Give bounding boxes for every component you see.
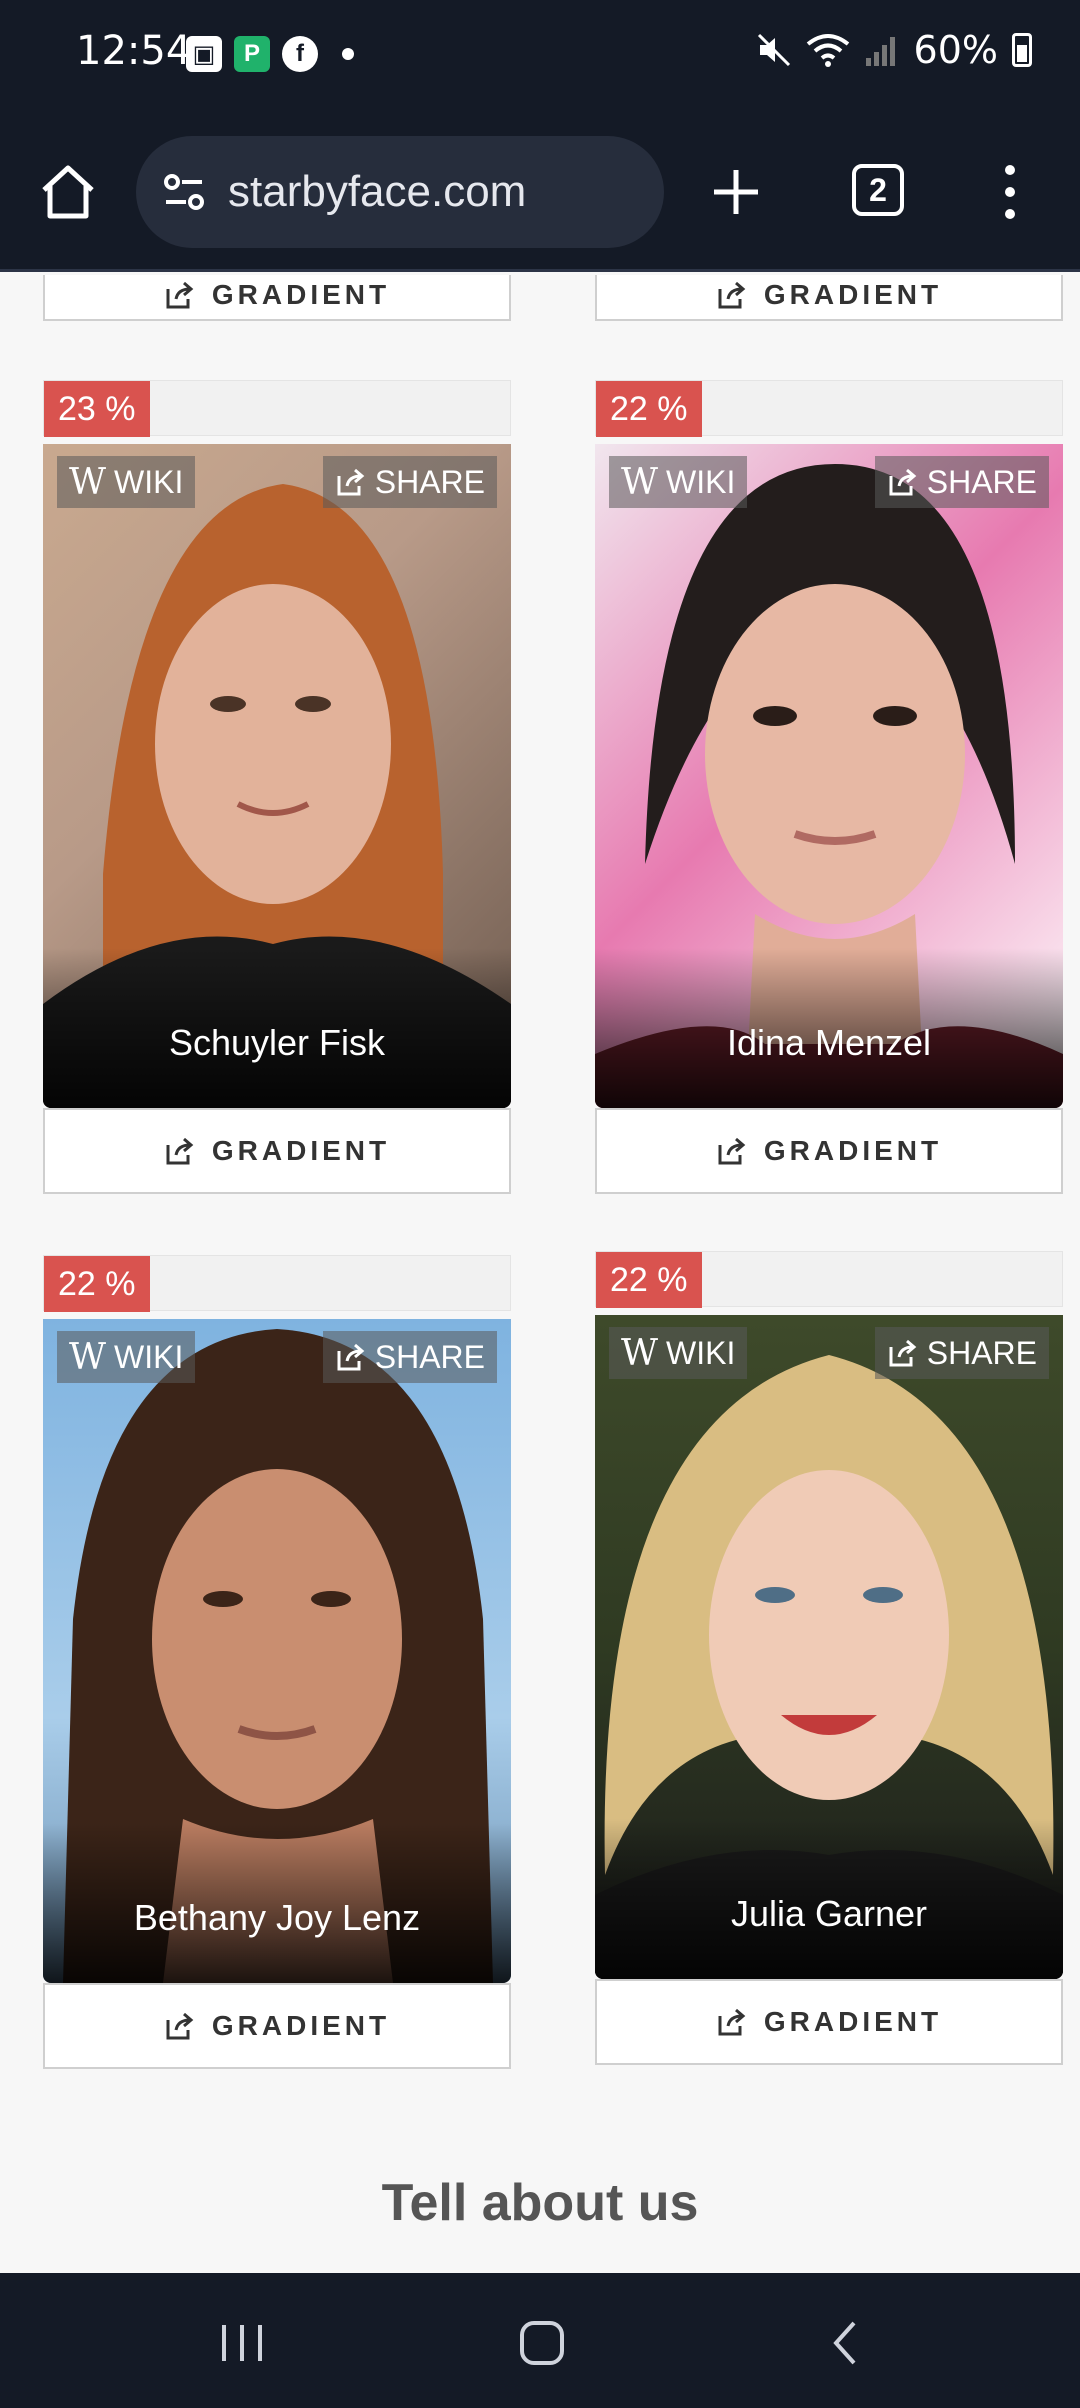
similarity-badge: 23 %: [44, 381, 150, 437]
celebrity-photo[interactable]: W WIKI SHARE Schuyler Fisk: [43, 444, 511, 1108]
celebrity-name: Idina Menzel: [726, 1022, 932, 1063]
site-settings-icon[interactable]: [160, 168, 208, 216]
gradient-label: GRADIENT: [211, 1135, 391, 1166]
wiki-button[interactable]: W WIKI: [57, 1331, 196, 1383]
share-label: SHARE: [374, 463, 485, 500]
wikipedia-icon: W: [621, 1332, 659, 1374]
address-bar[interactable]: starbyface.com: [136, 136, 664, 248]
wifi-icon: [806, 34, 849, 67]
recent-apps-icon[interactable]: [212, 2313, 272, 2373]
status-bar: 12:54 ▣ P f 60%: [0, 0, 1080, 120]
similarity-badge: 22 %: [596, 381, 702, 437]
gradient-button[interactable]: GRADIENT: [43, 1108, 511, 1194]
new-tab-plus-icon[interactable]: [704, 160, 768, 224]
tab-switcher-button[interactable]: 2: [852, 164, 904, 216]
more-notifications-dot-icon: [342, 48, 354, 60]
wiki-label: WIKI: [666, 1334, 736, 1371]
similarity-badge: 22 %: [44, 1256, 150, 1312]
celebrity-photo[interactable]: W WIKI SHARE Bethany Joy Lenz: [43, 1319, 511, 1983]
wiki-button[interactable]: W WIKI: [609, 456, 748, 508]
home-nav-icon[interactable]: [512, 2313, 572, 2373]
results-content: GRADIENT GRADIENT 23 % W WIKI SHARE Schu…: [0, 275, 1080, 2273]
share-button[interactable]: SHARE: [874, 456, 1049, 508]
wiki-label: WIKI: [114, 463, 184, 500]
share-arrow-icon: [718, 281, 746, 309]
gallery-icon: ▣: [186, 36, 222, 72]
tab-count: 2: [869, 171, 887, 208]
gradient-button[interactable]: GRADIENT: [595, 1979, 1063, 2065]
share-arrow-icon: [166, 1137, 194, 1165]
battery-percent: 60%: [913, 28, 998, 72]
wikipedia-icon: W: [69, 461, 107, 503]
share-button[interactable]: SHARE: [322, 1331, 497, 1383]
notification-icons: ▣ P f: [186, 36, 354, 72]
back-nav-icon[interactable]: [816, 2313, 876, 2373]
share-label: SHARE: [374, 1338, 485, 1375]
share-arrow-icon: [718, 2008, 746, 2036]
battery-icon: [1012, 33, 1032, 67]
more-menu-icon[interactable]: [990, 160, 1030, 224]
share-arrow-icon: [337, 1343, 365, 1371]
gradient-label: GRADIENT: [763, 279, 943, 310]
wikipedia-icon: W: [621, 461, 659, 503]
wiki-button[interactable]: W WIKI: [609, 1327, 748, 1379]
status-time: 12:54: [76, 28, 192, 74]
gradient-button[interactable]: GRADIENT: [43, 1983, 511, 2069]
similarity-bar: 22 %: [595, 1251, 1063, 1308]
p-app-icon: P: [234, 36, 270, 72]
signal-icon: [865, 37, 895, 66]
wiki-button[interactable]: W WIKI: [57, 456, 196, 508]
browser-toolbar: starbyface.com 2: [0, 120, 1080, 272]
similarity-badge: 22 %: [596, 1252, 702, 1308]
wikipedia-icon: W: [69, 1336, 107, 1378]
gradient-label: GRADIENT: [763, 1135, 943, 1166]
celebrity-photo[interactable]: W WIKI SHARE Julia Garner: [595, 1315, 1063, 1979]
tell-about-us-heading: Tell about us: [381, 2174, 699, 2232]
url-text[interactable]: starbyface.com: [228, 167, 526, 217]
celebrity-name: Bethany Joy Lenz: [133, 1897, 421, 1938]
gradient-button[interactable]: GRADIENT: [595, 1108, 1063, 1194]
status-indicators: 60%: [756, 28, 1032, 72]
share-arrow-icon: [889, 1339, 917, 1367]
similarity-bar: 22 %: [595, 380, 1063, 437]
wiki-label: WIKI: [666, 463, 736, 500]
share-button[interactable]: SHARE: [874, 1327, 1049, 1379]
celebrity-name: Schuyler Fisk: [168, 1022, 386, 1063]
gradient-label: GRADIENT: [211, 279, 391, 310]
share-label: SHARE: [926, 1334, 1037, 1371]
system-nav-bar: [0, 2273, 1080, 2408]
share-arrow-icon: [337, 468, 365, 496]
gradient-label: GRADIENT: [211, 2010, 391, 2041]
share-arrow-icon: [166, 2012, 194, 2040]
facebook-icon: f: [282, 36, 318, 72]
mute-icon: [757, 33, 790, 67]
celebrity-name: Julia Garner: [730, 1893, 928, 1934]
similarity-bar: 22 %: [43, 1255, 511, 1312]
celebrity-photo[interactable]: W WIKI SHARE Idina Menzel: [595, 444, 1063, 1108]
share-arrow-icon: [718, 1137, 746, 1165]
share-arrow-icon: [889, 468, 917, 496]
similarity-bar: 23 %: [43, 380, 511, 437]
home-icon[interactable]: [36, 160, 100, 224]
share-button[interactable]: SHARE: [322, 456, 497, 508]
wiki-label: WIKI: [114, 1338, 184, 1375]
gradient-label: GRADIENT: [763, 2006, 943, 2037]
share-label: SHARE: [926, 463, 1037, 500]
share-arrow-icon: [166, 281, 194, 309]
gradient-button[interactable]: GRADIENT: [43, 275, 511, 321]
gradient-button[interactable]: GRADIENT: [595, 275, 1063, 321]
